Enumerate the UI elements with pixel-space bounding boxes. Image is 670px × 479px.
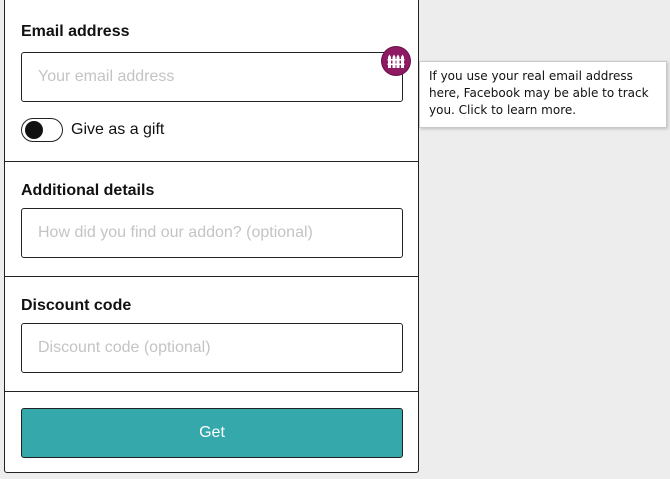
discount-section: Discount code — [5, 277, 418, 392]
checkout-form: Email address Give as a gift Additional … — [4, 0, 419, 473]
additional-details-field[interactable] — [21, 208, 403, 258]
additional-details-section: Additional details — [5, 162, 418, 277]
additional-details-label: Additional details — [21, 182, 155, 199]
email-field[interactable] — [21, 52, 403, 102]
get-button[interactable]: Get — [21, 408, 403, 458]
email-label: Email address — [21, 23, 130, 40]
gift-toggle[interactable] — [21, 118, 63, 142]
discount-code-field[interactable] — [21, 323, 403, 373]
toggle-knob — [25, 121, 43, 139]
gift-toggle-label: Give as a gift — [71, 121, 165, 138]
discount-label: Discount code — [21, 297, 132, 314]
email-section: Email address Give as a gift — [5, 0, 418, 162]
facebook-container-badge[interactable] — [382, 47, 410, 75]
gift-toggle-row: Give as a gift — [21, 118, 164, 142]
facebook-container-tooltip: If you use your real email address here,… — [419, 61, 667, 128]
fence-icon — [387, 54, 405, 68]
